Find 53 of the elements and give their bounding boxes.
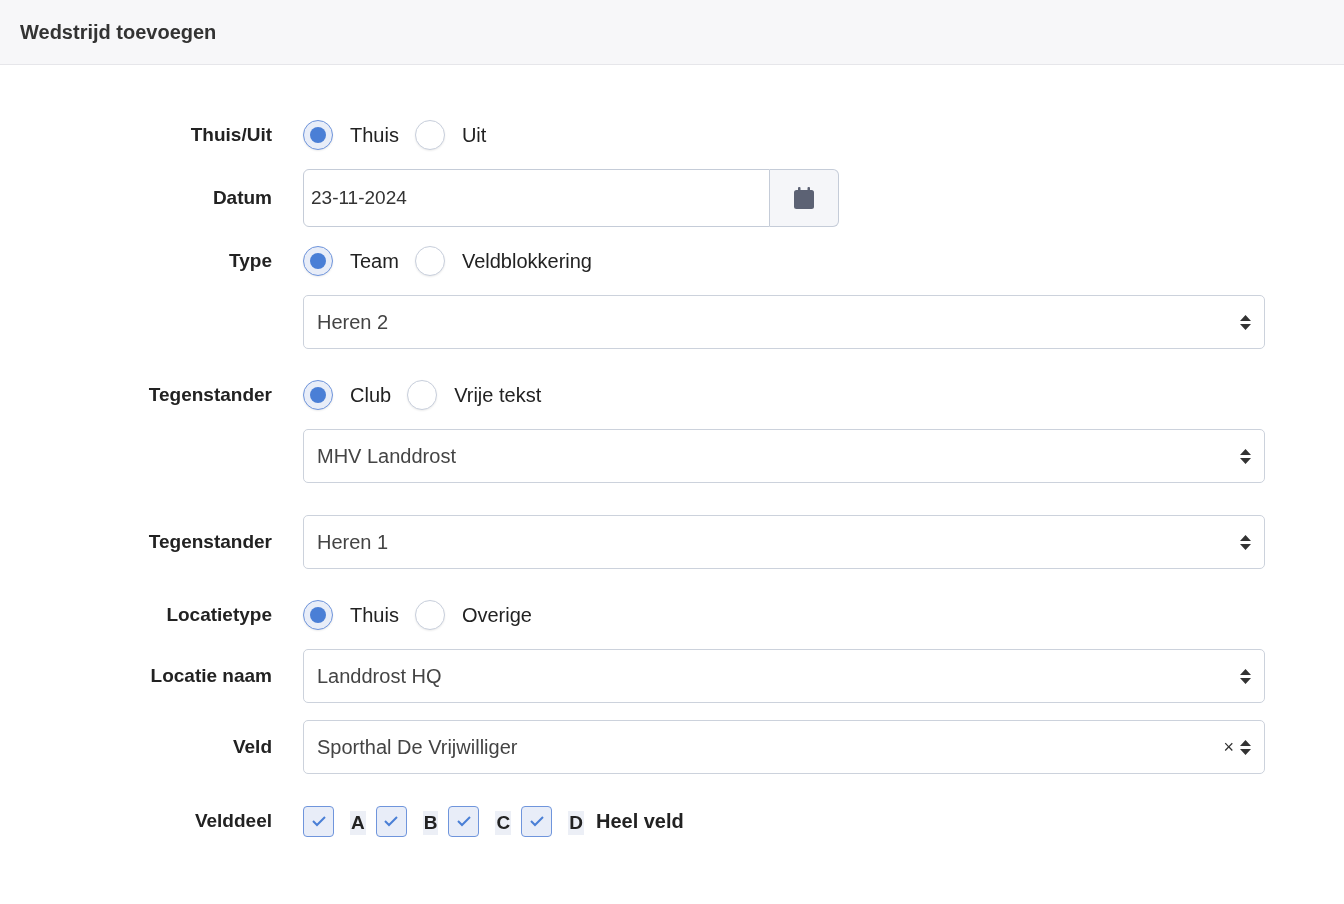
radio-button[interactable] [303,380,333,410]
field-label: Datum [212,187,272,208]
check-icon [383,815,400,827]
radio-label[interactable]: Vrije tekst [454,383,542,407]
sort-arrows-icon [1240,314,1251,330]
calendar-button[interactable] [770,169,839,227]
checkbox[interactable] [521,805,553,837]
radio-button[interactable] [414,120,445,150]
checkbox[interactable] [303,805,334,837]
check-icon [310,815,327,827]
field-label: Type [229,250,272,271]
radio-label[interactable]: Team [350,249,399,273]
select-field[interactable]: Heren 1 [303,515,1265,569]
clear-icon[interactable]: × [1223,736,1234,758]
radio-button[interactable] [414,600,445,630]
sort-arrows-icon [1240,668,1251,684]
select-field[interactable]: Landdrost HQ [303,649,1265,703]
radio-button[interactable] [303,600,333,630]
select-field[interactable]: Sporthal De Vrijwilliger × [303,720,1265,774]
check-icon [528,815,545,827]
field-label: Locatie naam [150,665,272,686]
checkbox[interactable] [448,805,480,837]
sort-arrows-icon [1240,448,1251,464]
field-label: Tegenstander [148,384,272,405]
calendar-icon [794,187,814,209]
select-field[interactable]: MHV Landdrost [303,429,1265,483]
radio-label[interactable]: Uit [461,123,487,147]
field-label: Velddeel [194,810,272,831]
field-label: Veld [232,736,272,757]
field-label: Locatietype [166,604,272,625]
checkbox-label[interactable]: D [568,811,584,835]
radio-label[interactable]: Club [350,383,392,407]
checkbox-label[interactable]: B [422,811,439,835]
date-field[interactable]: 23-11-2024 [303,169,770,227]
radio-label[interactable]: Veldblokkering [461,249,592,273]
field-label: Tegenstander [148,531,272,552]
radio-button[interactable] [407,380,438,410]
select-field[interactable]: Heren 2 [303,295,1265,349]
radio-button[interactable] [303,120,333,150]
field-label: Thuis/Uit [190,124,272,145]
checkbox-label[interactable]: A [350,811,366,835]
card-title: Wedstrijd toevoegen [20,20,217,44]
check-icon [455,815,472,827]
radio-button[interactable] [414,246,445,276]
radio-button[interactable] [303,246,333,276]
sort-arrows-icon [1240,534,1251,550]
checkbox[interactable] [375,805,407,837]
radio-label[interactable]: Thuis [350,603,399,627]
radio-label[interactable]: Thuis [350,123,399,147]
sort-arrows-icon [1240,739,1251,755]
radio-label[interactable]: Overige [461,603,532,627]
whole-field-label: Heel veld [595,809,684,833]
checkbox-label[interactable]: C [495,811,512,835]
